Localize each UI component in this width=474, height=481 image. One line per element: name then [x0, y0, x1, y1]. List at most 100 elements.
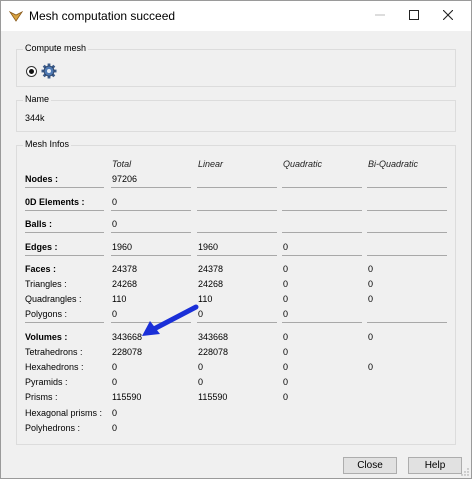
cell-pyramids-linear: 0 — [198, 377, 204, 387]
row-separator — [111, 187, 191, 188]
row-label-nodes: Nodes : — [25, 174, 59, 184]
row-label-faces: Faces : — [25, 264, 57, 274]
cell-pyramids-total: 0 — [112, 377, 118, 387]
header-bi-quadratic: Bi-Quadratic — [368, 159, 419, 169]
mesh-name-value: 344k — [25, 113, 45, 123]
title-bar[interactable]: Mesh computation succeed — [1, 1, 471, 31]
row-label-volumes: Volumes : — [25, 332, 68, 342]
row-separator — [367, 255, 447, 256]
cell-prisms-linear: 115590 — [198, 392, 228, 402]
cell-hexahedrons-total: 0 — [112, 362, 118, 372]
name-group: Name 344k — [16, 94, 456, 132]
compute-mesh-title: Compute mesh — [23, 43, 89, 53]
help-button[interactable]: Help — [408, 457, 462, 474]
window-title: Mesh computation succeed — [29, 9, 176, 23]
row-separator — [367, 322, 447, 323]
row-separator — [197, 232, 277, 233]
cell-quadrangles-biquadratic: 0 — [368, 294, 374, 304]
app-icon — [9, 11, 23, 22]
maximize-icon — [409, 10, 419, 20]
cell-pyramids-quadratic: 0 — [283, 377, 289, 387]
cell-nodes-total: 97206 — [112, 174, 138, 184]
row-label-balls: Balls : — [25, 219, 53, 229]
cell-hexagonal-prisms-total: 0 — [112, 408, 118, 418]
cell-triangles-linear: 24268 — [198, 279, 224, 289]
row-label-quadrangles: Quadrangles : — [25, 294, 82, 304]
row-separator — [111, 255, 191, 256]
cell-edges-total: 1960 — [112, 242, 133, 252]
compute-mesh-group: Compute mesh — [16, 43, 456, 87]
cell-volumes-linear: 343668 — [198, 332, 229, 342]
cell-tetrahedrons-linear: 228078 — [198, 347, 229, 357]
header-quadratic: Quadratic — [283, 159, 323, 169]
row-separator — [25, 322, 104, 323]
close-window-button[interactable] — [433, 6, 463, 26]
row-label-triangles: Triangles : — [25, 279, 67, 289]
arrow-icon — [142, 304, 199, 336]
dialog-window: Mesh computation succeed Compute mesh Na… — [0, 0, 472, 479]
row-separator — [367, 210, 447, 211]
compute-radio[interactable] — [26, 66, 37, 77]
cell-prisms-quadratic: 0 — [283, 392, 289, 402]
name-title: Name — [23, 94, 52, 104]
row-label-0d-elements: 0D Elements : — [25, 197, 85, 207]
cell-hexahedrons-quadratic: 0 — [283, 362, 289, 372]
row-separator — [25, 210, 104, 211]
cell-faces-quadratic: 0 — [283, 264, 289, 274]
row-separator — [25, 255, 104, 256]
cell-hexahedrons-linear: 0 — [198, 362, 204, 372]
cell-polygons-quadratic: 0 — [283, 309, 289, 319]
cell-faces-linear: 24378 — [198, 264, 224, 274]
maximize-button[interactable] — [399, 6, 429, 26]
cell-triangles-quadratic: 0 — [283, 279, 289, 289]
cell-volumes-quadratic: 0 — [283, 332, 289, 342]
row-label-polyhedrons: Polyhedrons : — [25, 423, 81, 433]
row-label-hexagonal-prisms: Hexagonal prisms : — [25, 408, 103, 418]
cell-prisms-total: 115590 — [112, 392, 142, 402]
resize-grip-icon[interactable] — [461, 468, 469, 476]
close-icon — [443, 10, 453, 20]
row-separator — [197, 210, 277, 211]
cell-edges-linear: 1960 — [198, 242, 219, 252]
row-label-polygons: Polygons : — [25, 309, 68, 319]
cell-triangles-total: 24268 — [112, 279, 138, 289]
row-separator — [282, 210, 362, 211]
row-separator — [197, 255, 277, 256]
cell-polyhedrons-total: 0 — [112, 423, 118, 433]
minimize-button[interactable] — [365, 6, 395, 26]
row-separator — [25, 187, 104, 188]
cell-faces-biquadratic: 0 — [368, 264, 374, 274]
close-button[interactable]: Close — [343, 457, 397, 474]
row-separator — [282, 255, 362, 256]
row-label-edges: Edges : — [25, 242, 58, 252]
header-linear: Linear — [198, 159, 224, 169]
mesh-infos-group: Mesh Infos Total Linear Quadratic Bi-Qua… — [16, 139, 456, 445]
row-separator — [282, 232, 362, 233]
header-total: Total — [112, 159, 132, 169]
cell-quadrangles-quadratic: 0 — [283, 294, 289, 304]
cell-tetrahedrons-quadratic: 0 — [283, 347, 289, 357]
row-separator — [111, 210, 191, 211]
cell-0d-total: 0 — [112, 197, 118, 207]
row-separator — [367, 232, 447, 233]
row-separator — [25, 232, 104, 233]
mesh-infos-title: Mesh Infos — [23, 139, 72, 149]
cell-tetrahedrons-total: 228078 — [112, 347, 143, 357]
row-separator — [367, 187, 447, 188]
row-separator — [111, 232, 191, 233]
cell-hexahedrons-biquadratic: 0 — [368, 362, 374, 372]
row-separator — [197, 187, 277, 188]
row-label-prisms: Prisms : — [25, 392, 58, 402]
cell-faces-total: 24378 — [112, 264, 138, 274]
cell-triangles-biquadratic: 0 — [368, 279, 374, 289]
minimize-icon — [375, 14, 385, 16]
cell-polygons-total: 0 — [112, 309, 118, 319]
cell-balls-total: 0 — [112, 219, 118, 229]
cell-edges-quadratic: 0 — [283, 242, 289, 252]
row-label-pyramids: Pyramids : — [25, 377, 68, 387]
cell-quadrangles-total: 110 — [112, 294, 127, 304]
row-label-tetrahedrons: Tetrahedrons : — [25, 347, 83, 357]
row-separator — [282, 322, 362, 323]
row-separator — [282, 187, 362, 188]
row-separator — [197, 322, 277, 323]
